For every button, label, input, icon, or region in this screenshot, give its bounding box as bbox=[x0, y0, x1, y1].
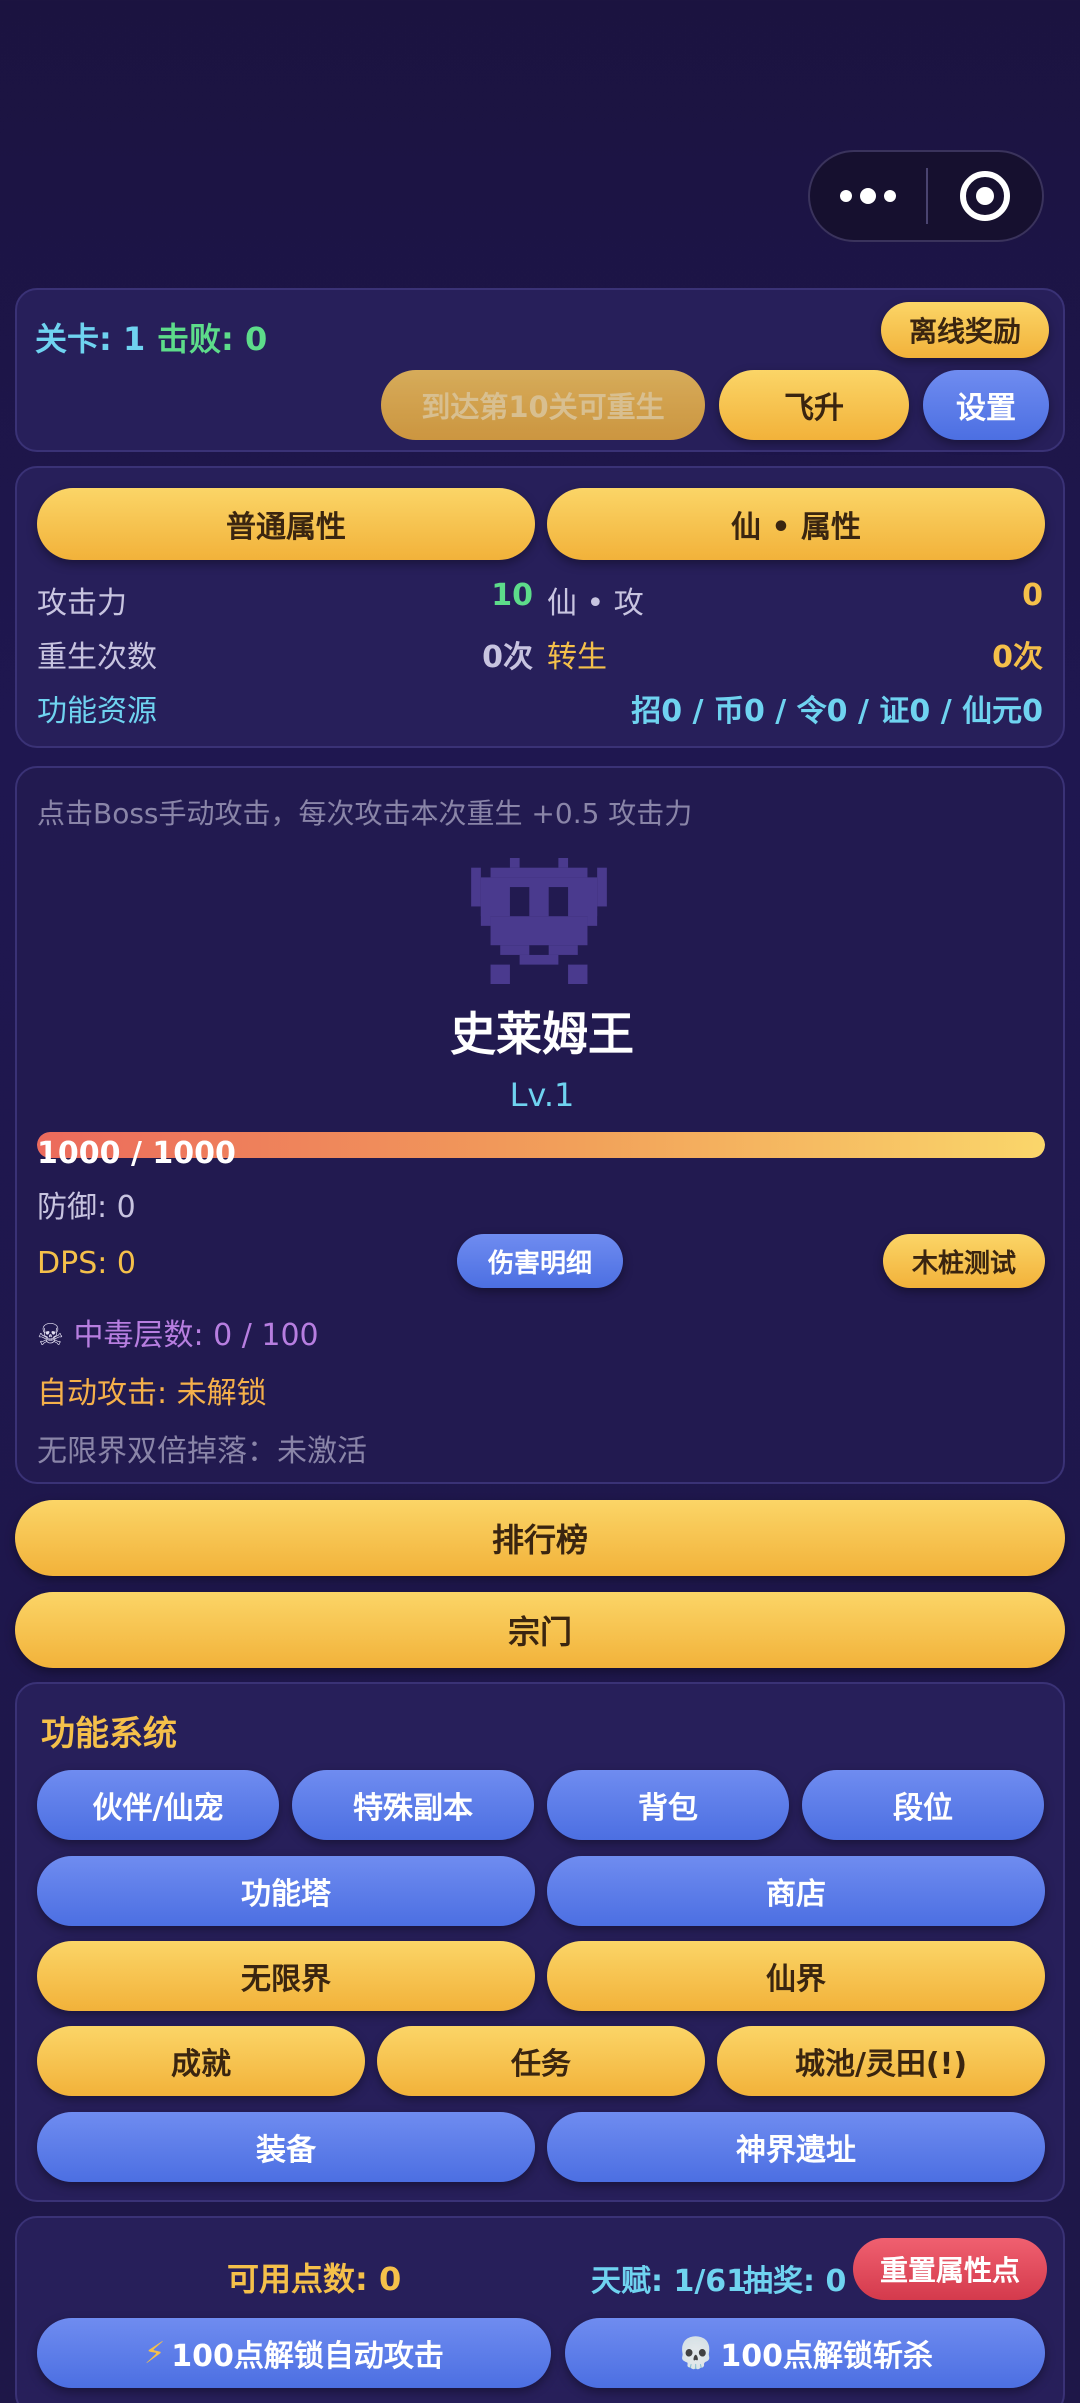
attack-label: 攻击力 bbox=[37, 586, 127, 621]
boss-hint: 点击Boss手动攻击，每次攻击本次重生 +0.5 攻击力 bbox=[37, 797, 693, 830]
poison-row: ☠ 中毒层数: 0 / 100 bbox=[37, 1310, 319, 1354]
shop-button[interactable]: 商店 bbox=[547, 1856, 1045, 1926]
immortal-attack-value: 0 bbox=[1022, 578, 1043, 613]
reincarnation-label: 转生 bbox=[547, 640, 607, 675]
boss-panel: 点击Boss手动攻击，每次攻击本次重生 +0.5 攻击力 史莱姆王 Lv.1 1… bbox=[15, 766, 1065, 1484]
backpack-button[interactable]: 背包 bbox=[547, 1770, 789, 1840]
more-dots-icon[interactable] bbox=[810, 188, 926, 204]
immortal-attack-label: 仙 • 攻 bbox=[547, 586, 644, 621]
partner-pet-button[interactable]: 伙伴/仙宠 bbox=[37, 1770, 279, 1840]
skull-crossbones-icon: ☠ bbox=[37, 1318, 64, 1353]
target-circle-icon[interactable] bbox=[928, 171, 1042, 221]
rebirth-count-label: 重生次数 bbox=[37, 640, 157, 675]
function-tower-button[interactable]: 功能塔 bbox=[37, 1856, 535, 1926]
stake-test-button[interactable]: 木桩测试 bbox=[883, 1234, 1045, 1288]
functions-title: 功能系统 bbox=[41, 1714, 177, 1754]
damage-detail-button[interactable]: 伤害明细 bbox=[457, 1234, 623, 1288]
mini-program-capsule bbox=[808, 150, 1044, 242]
unlock-execute-button[interactable]: 💀 100点解锁斩杀 bbox=[565, 2318, 1045, 2388]
rank-tier-button[interactable]: 段位 bbox=[802, 1770, 1044, 1840]
rebirth-hint-button[interactable]: 到达第10关可重生 bbox=[381, 370, 705, 440]
attributes-panel: 普通属性 仙 • 属性 攻击力 10 仙 • 攻 0 重生次数 0次 转生 0次… bbox=[15, 466, 1065, 748]
unlock-auto-attack-button[interactable]: ⚡ 100点解锁自动攻击 bbox=[37, 2318, 551, 2388]
auto-attack-status: 自动攻击: 未解锁 bbox=[37, 1376, 267, 1411]
lottery-label: 抽奖: 0 bbox=[743, 2264, 847, 2299]
double-drop-status: 无限界双倍掉落：未激活 bbox=[37, 1434, 367, 1469]
city-field-button[interactable]: 城池/灵田(!) bbox=[717, 2026, 1045, 2096]
boss-level: Lv.1 bbox=[509, 1076, 575, 1114]
divine-ruins-button[interactable]: 神界遗址 bbox=[547, 2112, 1045, 2182]
resource-value: 招0 / 币0 / 令0 / 证0 / 仙元0 bbox=[631, 694, 1043, 729]
sect-button[interactable]: 宗门 bbox=[15, 1592, 1065, 1668]
reset-points-button[interactable]: 重置属性点 bbox=[853, 2238, 1047, 2300]
tab-immortal-attributes[interactable]: 仙 • 属性 bbox=[547, 488, 1045, 560]
task-button[interactable]: 任务 bbox=[377, 2026, 705, 2096]
talent-label: 天赋: 1/61 bbox=[591, 2264, 748, 2299]
special-dungeon-button[interactable]: 特殊副本 bbox=[292, 1770, 534, 1840]
tab-normal-attributes[interactable]: 普通属性 bbox=[37, 488, 535, 560]
defense-label: 防御: 0 bbox=[37, 1190, 136, 1225]
poison-label: 中毒层数: 0 / 100 bbox=[73, 1318, 319, 1353]
ascend-button[interactable]: 飞升 bbox=[719, 370, 909, 440]
equipment-button[interactable]: 装备 bbox=[37, 2112, 535, 2182]
slime-boss-sprite[interactable] bbox=[469, 858, 609, 984]
ranking-button[interactable]: 排行榜 bbox=[15, 1500, 1065, 1576]
points-panel: 可用点数: 0 天赋: 1/61 抽奖: 0 重置属性点 ⚡ 100点解锁自动攻… bbox=[15, 2216, 1065, 2403]
infinite-realm-button[interactable]: 无限界 bbox=[37, 1941, 535, 2011]
stage-panel: 关卡: 1 击败: 0 离线奖励 到达第10关可重生 飞升 设置 bbox=[15, 288, 1065, 452]
resource-label: 功能资源 bbox=[37, 694, 157, 729]
hp-text: 1000 / 1000 bbox=[37, 1136, 236, 1171]
achievement-button[interactable]: 成就 bbox=[37, 2026, 365, 2096]
dps-label: DPS: 0 bbox=[37, 1246, 136, 1281]
offline-reward-button[interactable]: 离线奖励 bbox=[881, 302, 1049, 358]
boss-name: 史莱姆王 bbox=[450, 1007, 634, 1061]
skull-icon: 💀 bbox=[677, 2335, 715, 2371]
unlock-execute-label: 100点解锁斩杀 bbox=[720, 2339, 933, 2374]
available-points: 可用点数: 0 bbox=[227, 2260, 402, 2298]
reincarnation-value: 0次 bbox=[992, 640, 1043, 675]
attack-value: 10 bbox=[491, 578, 533, 613]
unlock-auto-attack-label: 100点解锁自动攻击 bbox=[171, 2339, 444, 2374]
rebirth-count-value: 0次 bbox=[482, 640, 533, 675]
level-label: 关卡: 1 bbox=[35, 320, 146, 358]
functions-panel: 功能系统 伙伴/仙宠 特殊副本 背包 段位 功能塔 商店 无限界 仙界 成就 任… bbox=[15, 1682, 1065, 2202]
lightning-icon: ⚡ bbox=[144, 2335, 166, 2371]
immortal-realm-button[interactable]: 仙界 bbox=[547, 1941, 1045, 2011]
defeat-label: 击败: 0 bbox=[157, 320, 268, 358]
settings-button[interactable]: 设置 bbox=[923, 370, 1049, 440]
